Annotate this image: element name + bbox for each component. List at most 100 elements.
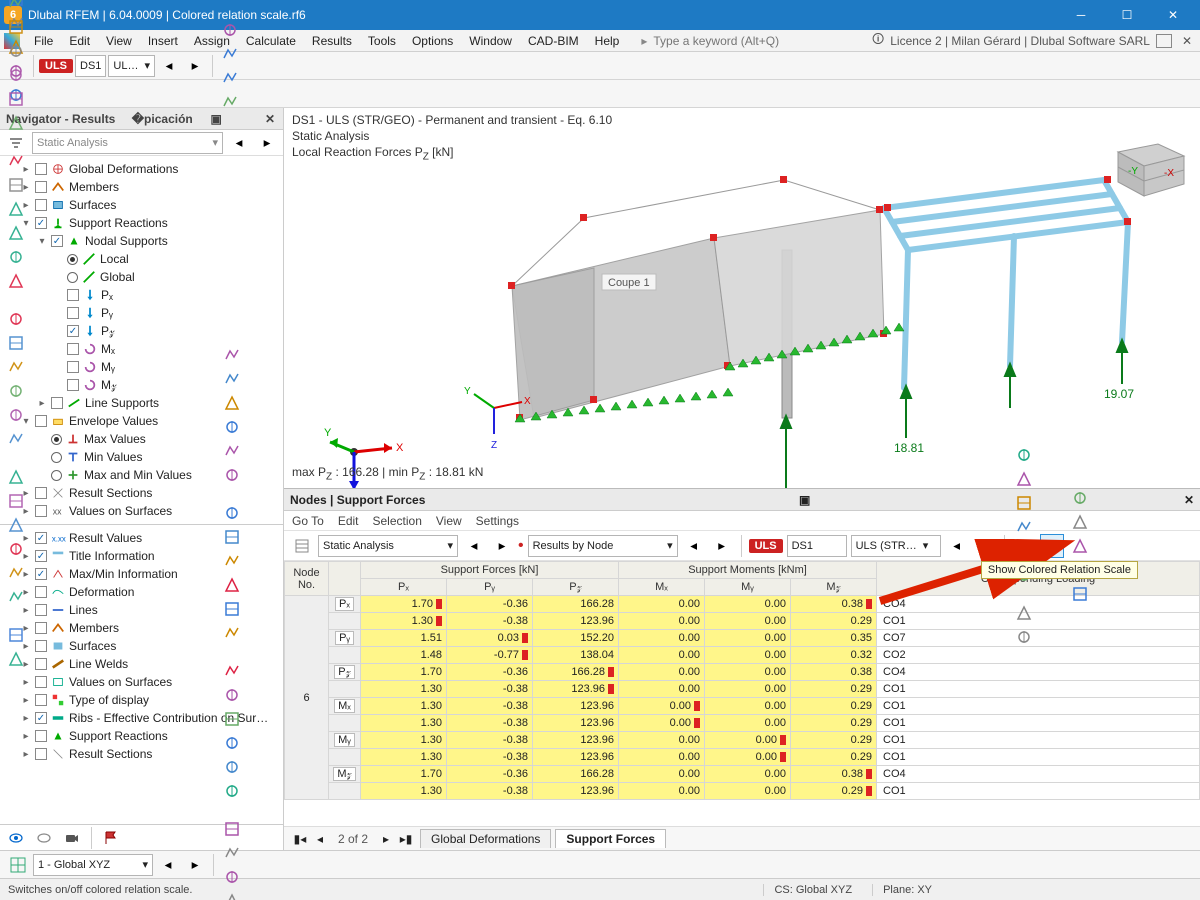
grid-next-ds[interactable]: ▸: [973, 534, 997, 558]
table-row[interactable]: Mₓ1.30-0.38123.960.000.000.29CO1: [285, 698, 1200, 715]
navigator-close-button[interactable]: ✕: [263, 112, 277, 126]
radio[interactable]: [51, 452, 62, 463]
checkbox[interactable]: [67, 289, 79, 301]
bottomtool-button-15[interactable]: [220, 731, 244, 755]
nav-eye-button[interactable]: [4, 826, 28, 850]
menu-view[interactable]: View: [98, 32, 140, 50]
checkbox[interactable]: [51, 397, 63, 409]
toolbar2-button-19[interactable]: [4, 15, 28, 39]
grid-analysis-combo[interactable]: Static Analysis▾: [318, 535, 458, 557]
checkbox[interactable]: [51, 235, 63, 247]
bottomtool-button-2[interactable]: [220, 391, 244, 415]
radio[interactable]: [67, 272, 78, 283]
bottomtool-button-1[interactable]: [220, 367, 244, 391]
gridtool-button-7[interactable]: [1012, 625, 1036, 649]
checkbox[interactable]: [35, 658, 47, 670]
checkbox[interactable]: [35, 730, 47, 742]
grid-ds-combo[interactable]: DS1: [787, 535, 847, 557]
grid-menu-view[interactable]: View: [436, 514, 462, 528]
table-row[interactable]: P𝓏1.70-0.36166.280.000.000.38CO4: [285, 664, 1200, 681]
bottomtool-button-0[interactable]: [220, 343, 244, 367]
next-ds-button[interactable]: ▸: [183, 54, 207, 78]
nav-filter-button[interactable]: [4, 131, 28, 155]
colored-relation-scale-button[interactable]: [1040, 534, 1064, 558]
bottomtool-button-3[interactable]: [220, 415, 244, 439]
grid-menu-edit[interactable]: Edit: [338, 514, 359, 528]
checkbox[interactable]: [35, 550, 47, 562]
bottomtool-button-11[interactable]: [220, 621, 244, 645]
table-row[interactable]: 1.30-0.38123.960.000.000.29CO1: [285, 749, 1200, 766]
grid-next-node[interactable]: ▸: [710, 534, 734, 558]
checkbox[interactable]: [35, 694, 47, 706]
menu-help[interactable]: Help: [587, 32, 628, 50]
nav-flag-button[interactable]: [99, 826, 123, 850]
tree-item-members[interactable]: ▸Members: [2, 178, 281, 196]
checkbox[interactable]: [35, 640, 47, 652]
bottomtool-button-9[interactable]: [220, 573, 244, 597]
bottomtool-button-21[interactable]: [220, 889, 244, 900]
close-button[interactable]: ✕: [1150, 0, 1196, 30]
menu-window[interactable]: Window: [461, 32, 520, 50]
toolbar1b-button-6[interactable]: [218, 18, 242, 42]
bottomtool-button-12[interactable]: [220, 659, 244, 683]
tree-item-local[interactable]: Local: [2, 250, 281, 268]
table-row[interactable]: 1.30-0.38123.960.000.000.29CO1: [285, 681, 1200, 698]
checkbox[interactable]: [35, 505, 47, 517]
table-row[interactable]: Mᵧ1.30-0.38123.960.000.000.29CO1: [285, 732, 1200, 749]
grid-prev-node[interactable]: ◂: [682, 534, 706, 558]
tree-item-p-z[interactable]: P𝓏: [2, 322, 281, 340]
bottomtool-button-6[interactable]: [220, 501, 244, 525]
coord-system-combo[interactable]: 1 - Global XYZ▾: [33, 854, 153, 876]
checkbox[interactable]: [67, 325, 79, 337]
tabs-next[interactable]: ▸: [376, 829, 396, 849]
checkbox[interactable]: [35, 487, 47, 499]
bottomtool-button-7[interactable]: [220, 525, 244, 549]
checkbox[interactable]: [35, 415, 47, 427]
mdi-restore-button[interactable]: [1156, 34, 1172, 48]
keyword-input[interactable]: [651, 33, 831, 49]
gridtool2-button-4[interactable]: [1068, 582, 1092, 606]
grid-list-icon[interactable]: [290, 534, 314, 558]
radio[interactable]: [51, 470, 62, 481]
table-row[interactable]: Pᵧ1.510.03152.200.000.000.35CO7: [285, 630, 1200, 647]
bottomtool-button-5[interactable]: [220, 463, 244, 487]
mdi-close-button[interactable]: ✕: [1178, 34, 1196, 48]
toolbar2-button-20[interactable]: [4, 39, 28, 63]
gridtool-button-2[interactable]: [1012, 491, 1036, 515]
bottomtool-button-13[interactable]: [220, 683, 244, 707]
checkbox[interactable]: [67, 343, 79, 355]
grid-prev-ds[interactable]: ◂: [945, 534, 969, 558]
keyword-search[interactable]: ▸: [641, 33, 831, 49]
gridtool-button-3[interactable]: [1012, 515, 1036, 539]
minimize-button[interactable]: ─: [1058, 0, 1104, 30]
grid-prev-analysis[interactable]: ◂: [462, 534, 486, 558]
checkbox[interactable]: [67, 307, 79, 319]
toolbar2-button-18[interactable]: [4, 0, 28, 15]
grid-menu-settings[interactable]: Settings: [476, 514, 519, 528]
checkbox[interactable]: [35, 181, 47, 193]
checkbox[interactable]: [67, 361, 79, 373]
grid-menu-selection[interactable]: Selection: [373, 514, 422, 528]
checkbox[interactable]: [35, 676, 47, 688]
tree-item-p-[interactable]: Pₓ: [2, 286, 281, 304]
nav-prev-button[interactable]: ◂: [227, 131, 251, 155]
toolbar2-button-22[interactable]: [4, 87, 28, 111]
gridtool-button-1[interactable]: [1012, 467, 1036, 491]
bottomtool-button-20[interactable]: [220, 865, 244, 889]
tab-global-deformations[interactable]: Global Deformations: [420, 829, 551, 848]
radio[interactable]: [51, 434, 62, 445]
checkbox[interactable]: [35, 622, 47, 634]
viewport-3d[interactable]: DS1 - ULS (STR/GEO) - Permanent and tran…: [284, 108, 1200, 488]
grid-close-button[interactable]: ✕: [1184, 493, 1194, 507]
gridtool-button-4[interactable]: [1012, 539, 1036, 563]
menu-options[interactable]: Options: [404, 32, 461, 50]
checkbox[interactable]: [35, 217, 47, 229]
tree-item-support-reactions[interactable]: ▾Support Reactions: [2, 214, 281, 232]
gridtool-button-6[interactable]: [1012, 601, 1036, 625]
navigator-pin-icon[interactable]: ▣: [209, 112, 223, 126]
grid-pin-button[interactable]: ▣: [799, 493, 810, 507]
bottomtool-button-14[interactable]: [220, 707, 244, 731]
prev-ds-button[interactable]: ◂: [157, 54, 181, 78]
table-row[interactable]: 1.30-0.38123.960.000.000.29CO1: [285, 715, 1200, 732]
grid-uls-combo[interactable]: ULS (STR…▾: [851, 535, 941, 557]
